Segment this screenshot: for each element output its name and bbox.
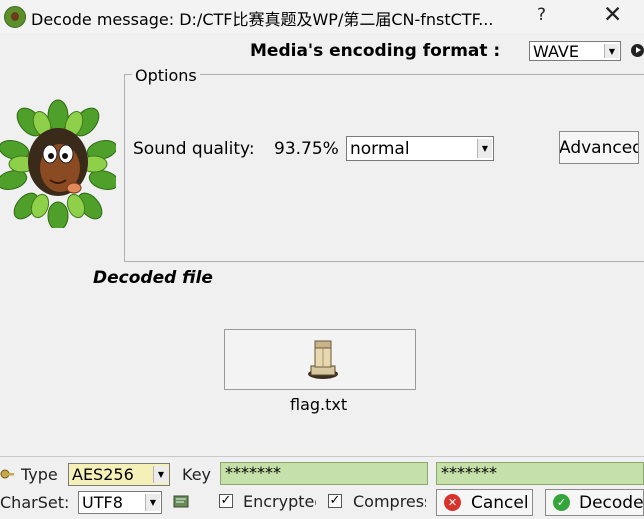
key-confirm-input-value: ******* [441,463,497,482]
mascot-icon [0,99,116,228]
options-group [124,74,644,262]
window-title: Decode message: D:/CTF比赛真题及WP/第二届CN-fnst… [31,10,494,29]
charset-icon [173,495,189,508]
app-icon [4,6,26,28]
chevron-down-icon: ▼ [145,494,160,511]
media-format-value: WAVE [533,42,579,61]
charset-label: CharSet: [0,493,70,512]
compressed-label: Compressed [353,492,426,511]
charset-select[interactable]: UTF8 ▼ [78,491,162,514]
decode-button[interactable]: ✓ Decode [545,489,644,516]
charset-value: UTF8 [82,493,123,512]
cancel-button-label: Cancel [471,493,529,513]
cancel-button[interactable]: ✕ Cancel [436,489,533,516]
type-label: Type [21,465,58,484]
encrypted-label: Encrypted [243,492,316,511]
sound-quality-label: Sound quality: [133,139,255,159]
encrypted-label-clip: Encrypted [243,492,316,513]
decoded-file-button[interactable] [224,329,416,390]
compressed-label-clip: Compressed [353,492,426,513]
key-input[interactable]: ******* [220,462,428,485]
chevron-down-icon: ▼ [604,44,619,58]
sound-quality-select[interactable]: normal ▼ [346,136,494,161]
media-format-label: Media's encoding format : [250,41,501,61]
title-bar: Decode message: D:/CTF比赛真题及WP/第二届CN-fnst… [0,0,644,33]
advanced-button-label: Advanced [559,138,639,158]
play-icon[interactable] [631,44,644,57]
chevron-down-icon: ▼ [477,139,492,158]
type-select[interactable]: AES256 ▼ [68,463,170,486]
key-confirm-input[interactable]: ******* [436,462,644,485]
options-legend: Options [132,66,200,85]
chevron-down-icon: ▼ [153,466,168,483]
compressed-checkbox[interactable]: ✓ [328,494,342,508]
encrypted-checkbox[interactable]: ✓ [219,494,233,508]
decode-button-label: Decode [579,493,644,513]
type-value: AES256 [72,465,134,484]
file-box-icon [308,340,338,379]
key-label: Key [182,465,212,484]
key-input-value: ******* [225,463,281,482]
help-icon[interactable]: ? [537,5,546,25]
decoded-file-label: Decoded file [93,268,213,288]
decoded-file-name: flag.txt [290,395,348,414]
cancel-icon: ✕ [444,494,461,511]
media-format-select[interactable]: WAVE ▼ [529,41,621,61]
type-key-icon [0,469,14,479]
decode-check-icon: ✓ [553,494,570,511]
advanced-button[interactable]: Advanced [559,131,639,164]
sound-quality-value: normal [350,139,410,159]
close-icon[interactable]: ✕ [603,2,622,28]
sound-quality-percent: 93.75% [274,139,339,159]
